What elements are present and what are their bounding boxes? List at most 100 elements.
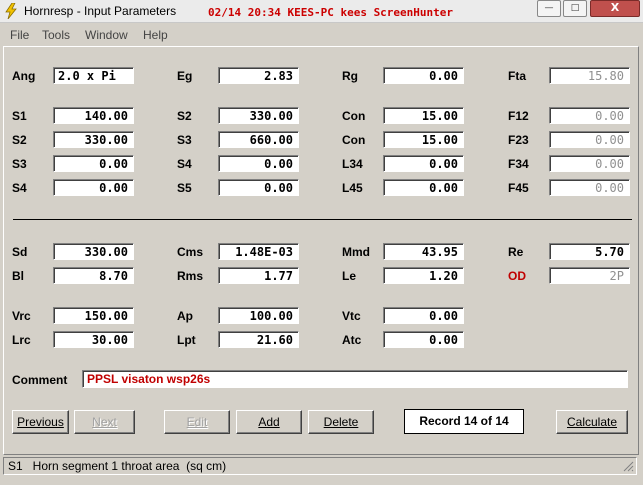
add-button-label: Add [258, 415, 280, 429]
sd-label: Sd [12, 245, 28, 259]
s4-label: S4 [12, 181, 27, 195]
lrc-field[interactable]: 30.00 [53, 331, 134, 348]
fta-field: 15.80 [549, 67, 630, 84]
s3-seg2-field[interactable]: 660.00 [218, 131, 299, 148]
cms-label: Cms [177, 245, 204, 259]
od-field: 2P [549, 267, 630, 284]
re-label: Re [508, 245, 524, 259]
l34-field[interactable]: 0.00 [383, 155, 464, 172]
s4-field[interactable]: 0.00 [53, 179, 134, 196]
f34-label: F34 [508, 157, 529, 171]
calculate-button-label: Calculate [566, 415, 618, 429]
lpt-label: Lpt [177, 333, 196, 347]
minimize-button[interactable]: — [537, 0, 561, 17]
edit-button: Edit [164, 410, 230, 434]
ap-field[interactable]: 100.00 [218, 307, 299, 324]
f23-field: 0.00 [549, 131, 630, 148]
lpt-field[interactable]: 21.60 [218, 331, 299, 348]
input-parameters-panel: Ang 2.0 x Pi Eg 2.83 Rg 0.00 Fta 15.80 S… [3, 46, 639, 455]
maximize-button[interactable]: □ [563, 0, 587, 17]
eg-field[interactable]: 2.83 [218, 67, 299, 84]
close-button[interactable]: X [590, 0, 640, 17]
ap-label: Ap [177, 309, 193, 323]
s1-field[interactable]: 140.00 [53, 107, 134, 124]
l45-label: L45 [342, 181, 363, 195]
le-label: Le [342, 269, 357, 283]
con1-label: Con [342, 109, 366, 123]
s3-field[interactable]: 0.00 [53, 155, 134, 172]
s2-field[interactable]: 330.00 [53, 131, 134, 148]
s4-seg3-label: S4 [177, 157, 192, 171]
record-indicator: Record 14 of 14 [404, 409, 524, 434]
ang-label: Ang [12, 69, 36, 83]
cms-field[interactable]: 1.48E-03 [218, 243, 299, 260]
status-bar: S1 Horn segment 1 throat area (sq cm) [3, 457, 637, 475]
resize-grip-icon[interactable] [622, 460, 634, 472]
vtc-label: Vtc [342, 309, 361, 323]
status-text: S1 Horn segment 1 throat area (sq cm) [8, 459, 227, 473]
screenhunter-overlay: 02/14 20:34 KEES-PC kees ScreenHunter [208, 6, 454, 19]
s3-label: S3 [12, 157, 27, 171]
con2-field[interactable]: 15.00 [383, 131, 464, 148]
vrc-field[interactable]: 150.00 [53, 307, 134, 324]
comment-label: Comment [12, 373, 68, 387]
menu-help[interactable]: Help [143, 28, 168, 42]
mmd-label: Mmd [342, 245, 370, 259]
ang-field[interactable]: 2.0 x Pi [53, 67, 134, 84]
comment-field[interactable]: PPSL visaton wsp26s [82, 370, 628, 388]
delete-button-label: Delete [323, 415, 359, 429]
next-button-label: Next [92, 415, 117, 429]
le-field[interactable]: 1.20 [383, 267, 464, 284]
rg-label: Rg [342, 69, 358, 83]
s4-seg3-field[interactable]: 0.00 [218, 155, 299, 172]
l34-label: L34 [342, 157, 363, 171]
lrc-label: Lrc [12, 333, 31, 347]
menu-file[interactable]: File [10, 28, 29, 42]
s3-seg2-label: S3 [177, 133, 192, 147]
l45-field[interactable]: 0.00 [383, 179, 464, 196]
bl-field[interactable]: 8.70 [53, 267, 134, 284]
f23-label: F23 [508, 133, 529, 147]
mmd-field[interactable]: 43.95 [383, 243, 464, 260]
previous-button[interactable]: Previous [12, 410, 69, 434]
delete-button[interactable]: Delete [308, 410, 374, 434]
re-field[interactable]: 5.70 [549, 243, 630, 260]
menu-tools[interactable]: Tools [42, 28, 70, 42]
con1-field[interactable]: 15.00 [383, 107, 464, 124]
add-button[interactable]: Add [236, 410, 302, 434]
edit-button-label: Edit [186, 415, 208, 429]
vtc-field[interactable]: 0.00 [383, 307, 464, 324]
eg-label: Eg [177, 69, 193, 83]
con2-label: Con [342, 133, 366, 147]
menu-bar: File Tools Window Help [0, 26, 643, 44]
s2-seg1-label: S2 [177, 109, 192, 123]
od-label[interactable]: OD [508, 269, 526, 283]
title-bar: Hornresp - Input Parameters 02/14 20:34 … [0, 0, 643, 23]
next-button: Next [74, 410, 135, 434]
rg-field[interactable]: 0.00 [383, 67, 464, 84]
sd-field[interactable]: 330.00 [53, 243, 134, 260]
atc-field[interactable]: 0.00 [383, 331, 464, 348]
f12-label: F12 [508, 109, 529, 123]
bl-label: Bl [12, 269, 24, 283]
f45-field: 0.00 [549, 179, 630, 196]
menu-window[interactable]: Window [85, 28, 128, 42]
window-title: Hornresp - Input Parameters [24, 4, 177, 18]
lightning-icon [5, 3, 17, 19]
s2-seg1-field[interactable]: 330.00 [218, 107, 299, 124]
calculate-button[interactable]: Calculate [556, 410, 628, 434]
section-divider [13, 219, 632, 220]
rms-label: Rms [177, 269, 204, 283]
fta-label: Fta [508, 69, 526, 83]
s1-label: S1 [12, 109, 27, 123]
previous-button-label: Previous [17, 415, 64, 429]
s2-label: S2 [12, 133, 27, 147]
vrc-label: Vrc [12, 309, 31, 323]
f12-field: 0.00 [549, 107, 630, 124]
s5-field[interactable]: 0.00 [218, 179, 299, 196]
rms-field[interactable]: 1.77 [218, 267, 299, 284]
f45-label: F45 [508, 181, 529, 195]
s5-label: S5 [177, 181, 192, 195]
f34-field: 0.00 [549, 155, 630, 172]
atc-label: Atc [342, 333, 362, 347]
